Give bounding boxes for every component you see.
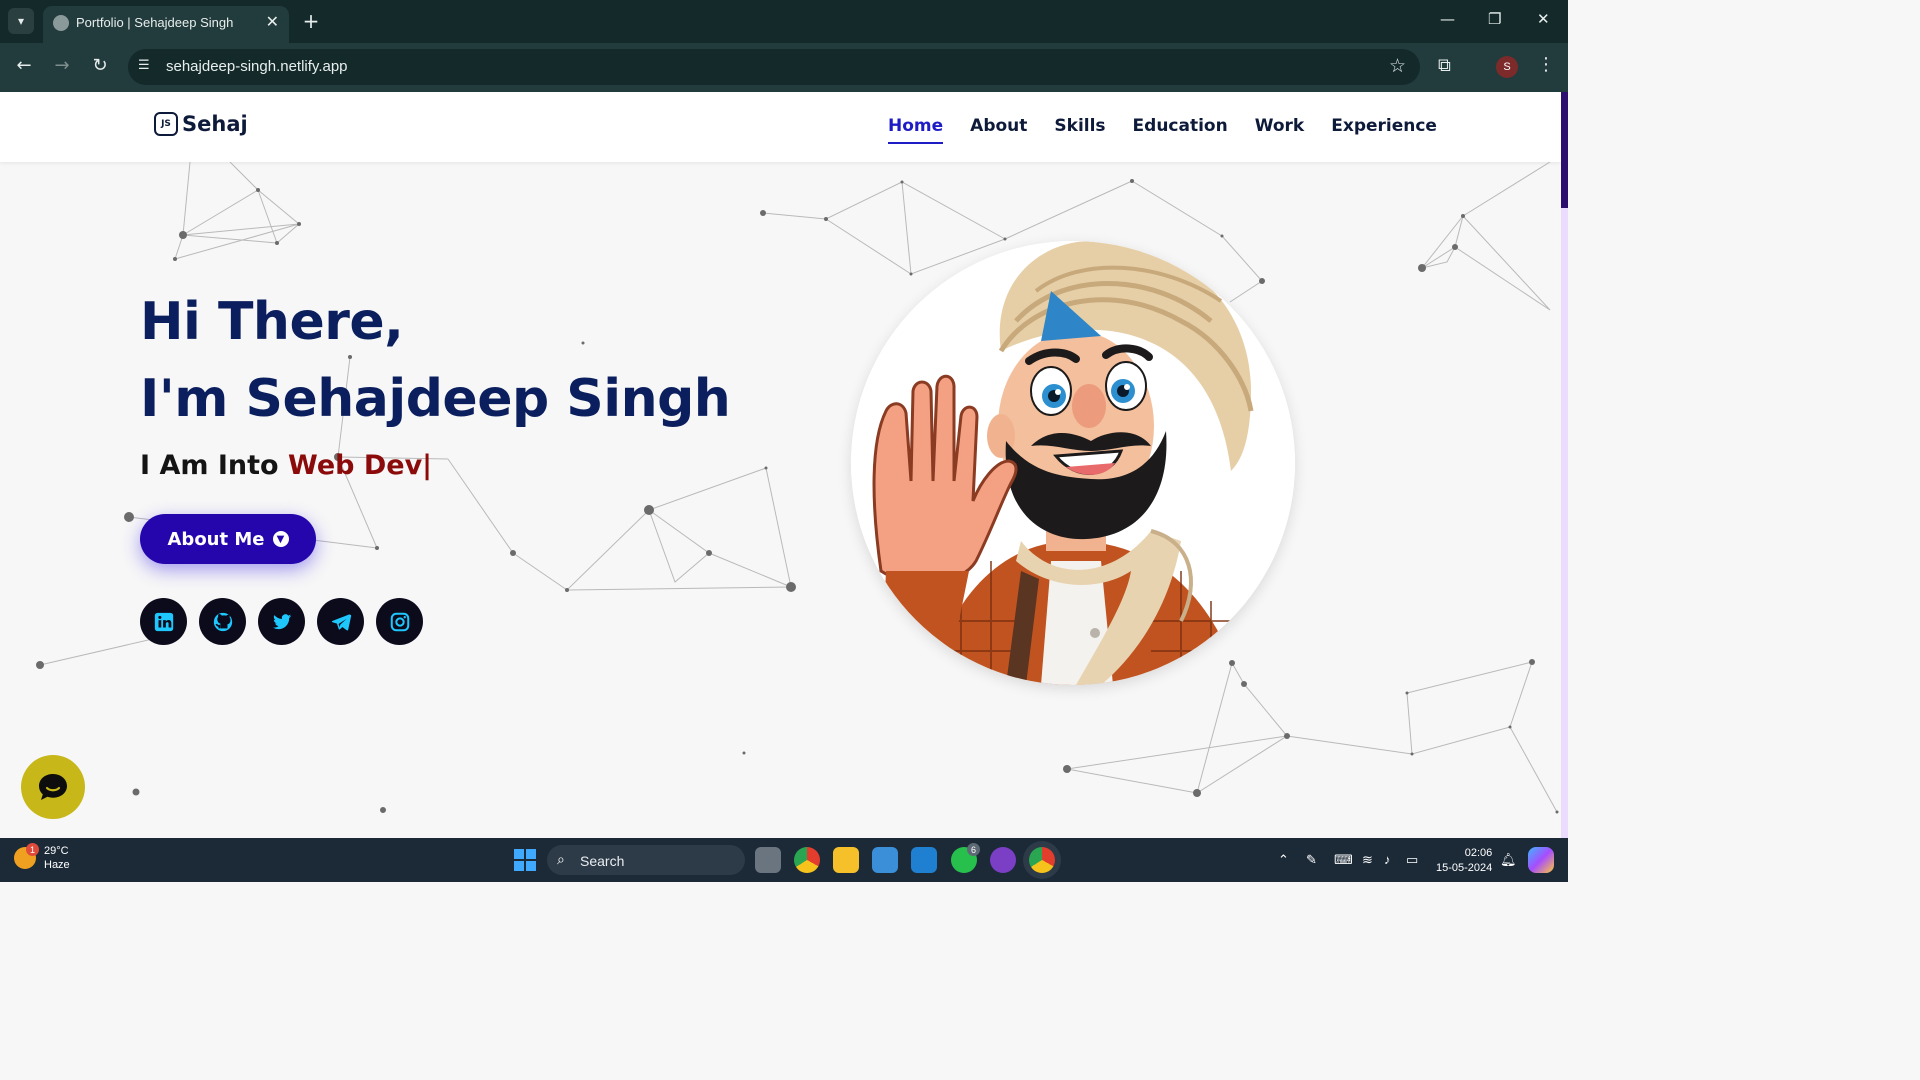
new-tab-button[interactable]: + [300, 8, 322, 34]
minimize-icon[interactable]: — [1440, 10, 1455, 28]
windows-start-icon[interactable] [514, 849, 536, 871]
hero-typed-role: Web Dev| [288, 450, 433, 481]
url-text[interactable]: sehajdeep-singh.netlify.app [166, 58, 348, 75]
windows-taskbar: 1 29°C Haze ⌕ Search 6 ⌃ ✎ ⌨ ≋ ♪ ▭ 02:06… [0, 838, 1568, 882]
battery-icon[interactable]: ▭ [1406, 852, 1418, 868]
back-icon[interactable]: ← [12, 55, 36, 76]
nav-experience[interactable]: Experience [1331, 116, 1437, 144]
about-me-button[interactable]: About Me ▼ [140, 514, 316, 564]
chat-widget-button[interactable] [21, 755, 85, 819]
browser-tab[interactable]: Portfolio | Sehajdeep Singh ✕ [43, 6, 289, 43]
weather-temp: 29°C [44, 845, 69, 857]
task-view-icon[interactable] [755, 847, 781, 873]
clock-date: 15-05-2024 [1436, 862, 1493, 874]
cartoon-avatar-illustration [851, 241, 1295, 685]
bookmark-star-icon[interactable]: ☆ [1389, 55, 1406, 77]
weather-badge: 1 [26, 843, 39, 856]
reload-icon[interactable]: ↻ [88, 55, 112, 76]
page-scrollbar-thumb[interactable] [1561, 92, 1568, 208]
chrome-profile-icon[interactable] [1029, 847, 1055, 873]
taskbar-search-label: Search [580, 853, 625, 869]
instagram-icon[interactable] [376, 598, 423, 645]
notepad-icon[interactable] [872, 847, 898, 873]
hero-greeting: Hi There, [140, 292, 404, 352]
keyboard-icon[interactable]: ⌨ [1334, 852, 1353, 868]
profile-avatar-image [851, 241, 1295, 685]
extensions-icon[interactable]: ⧉ [1438, 55, 1451, 76]
tab-search-button[interactable]: ▾ [8, 8, 34, 34]
volume-icon[interactable]: ♪ [1384, 852, 1391, 867]
hero-into-prefix: I Am Into [140, 450, 288, 481]
pen-icon[interactable]: ✎ [1306, 852, 1317, 868]
nav-home[interactable]: Home [888, 116, 944, 144]
telegram-icon[interactable] [317, 598, 364, 645]
weather-desc: Haze [44, 859, 70, 871]
notification-bell-icon[interactable]: 🔔︎ [1500, 852, 1517, 868]
forward-icon[interactable]: → [50, 55, 74, 76]
window-close-icon[interactable]: ✕ [1537, 10, 1550, 28]
tab-title: Portfolio | Sehajdeep Singh [76, 15, 234, 30]
hero-name: I'm Sehajdeep Singh [140, 369, 731, 429]
taskbar-clock[interactable]: 02:06 15-05-2024 [1436, 846, 1492, 876]
site-header: JS Sehaj Home About Skills Education Wor… [0, 92, 1561, 162]
twitter-icon[interactable] [258, 598, 305, 645]
nav-skills[interactable]: Skills [1054, 116, 1105, 144]
browser-tabbar: ▾ Portfolio | Sehajdeep Singh ✕ + — ❐ ✕ [0, 0, 1568, 43]
browser-toolbar: ← → ↻ ☰ sehajdeep-singh.netlify.app ☆ ⧉ … [0, 43, 1568, 92]
file-explorer-icon[interactable] [833, 847, 859, 873]
search-icon: ⌕ [557, 851, 565, 867]
linkedin-icon[interactable] [140, 598, 187, 645]
restore-icon[interactable]: ❐ [1488, 10, 1501, 28]
github-icon[interactable] [199, 598, 246, 645]
weather-widget[interactable]: 1 29°C Haze [14, 843, 70, 872]
copilot-icon[interactable] [1528, 847, 1554, 873]
hero-typing-line: I Am Into Web Dev| [140, 450, 730, 481]
whatsapp-icon[interactable]: 6 [951, 843, 980, 873]
whatsapp-badge: 6 [967, 843, 980, 856]
wifi-icon[interactable]: ≋ [1362, 852, 1373, 868]
nav-work[interactable]: Work [1255, 116, 1305, 144]
profile-avatar[interactable]: S [1496, 56, 1518, 78]
site-logo[interactable]: JS Sehaj [154, 112, 248, 136]
nav-education[interactable]: Education [1133, 116, 1228, 144]
weather-haze-icon: 1 [14, 843, 39, 869]
taskbar-search[interactable]: ⌕ Search [547, 845, 745, 875]
about-me-label: About Me [167, 528, 265, 550]
nav-about[interactable]: About [970, 116, 1027, 144]
hero-section: Hi There, I'm Sehajdeep Singh I Am Into … [140, 290, 731, 645]
particle-network-background [36, 162, 1559, 814]
chat-icon [39, 774, 67, 800]
social-links [140, 598, 423, 645]
chrome-icon[interactable] [794, 847, 820, 873]
browser-menu-icon[interactable]: ⋮ [1537, 54, 1555, 75]
logo-text: Sehaj [182, 112, 248, 136]
nodejs-logo-icon: JS [154, 112, 178, 136]
globe-icon [53, 15, 69, 31]
clock-time: 02:06 [1464, 847, 1493, 859]
site-info-icon[interactable]: ☰ [138, 58, 156, 76]
vscode-icon[interactable] [911, 847, 937, 873]
address-bar[interactable]: ☰ sehajdeep-singh.netlify.app ☆ [128, 49, 1420, 85]
close-tab-icon[interactable]: ✕ [266, 12, 279, 31]
main-nav: Home About Skills Education Work Experie… [888, 116, 1437, 144]
github-desktop-icon[interactable] [990, 847, 1016, 873]
arrow-down-circle-icon: ▼ [272, 531, 289, 547]
tray-chevron-icon[interactable]: ⌃ [1278, 852, 1289, 868]
